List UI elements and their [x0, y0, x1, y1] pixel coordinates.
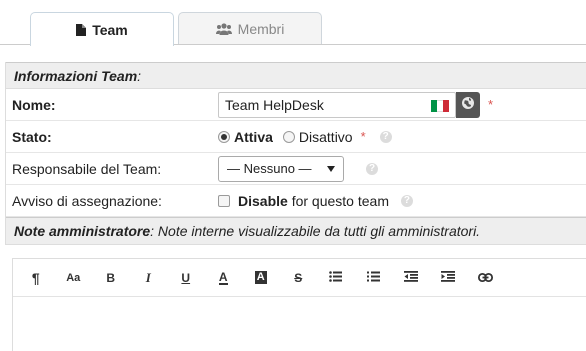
- notes-editor-content[interactable]: [13, 297, 586, 351]
- team-lead-select[interactable]: — Nessuno —: [218, 155, 344, 182]
- italian-flag-icon[interactable]: [431, 99, 449, 112]
- indent-button[interactable]: [430, 266, 468, 290]
- italic-icon: I: [145, 269, 151, 285]
- background-color-icon: A: [254, 271, 267, 284]
- unordered-list-icon: [329, 270, 343, 285]
- underline-button[interactable]: U: [167, 266, 205, 290]
- file-icon: [76, 23, 87, 36]
- tab-bar: Team Membri: [0, 0, 586, 46]
- status-field-group: Attiva Disattivo * ?: [218, 129, 392, 145]
- chevron-down-icon: [327, 165, 335, 172]
- section-info-title: Informazioni Team: [14, 67, 138, 84]
- team-lead-value: — Nessuno —: [227, 161, 312, 176]
- strikethrough-button[interactable]: S: [280, 266, 318, 290]
- indent-icon: [441, 270, 456, 285]
- disable-alert-strong[interactable]: Disable: [238, 193, 288, 209]
- alert-help-icon[interactable]: ?: [400, 194, 413, 207]
- outdent-button[interactable]: [392, 266, 430, 290]
- tab-team-label: Team: [92, 21, 128, 38]
- globe-button[interactable]: [456, 91, 480, 118]
- bold-icon: B: [106, 270, 116, 285]
- section-info-suffix: :: [137, 67, 142, 84]
- users-icon: [215, 22, 232, 35]
- background-color-button[interactable]: A: [242, 266, 280, 290]
- status-required-mark: *: [360, 129, 366, 144]
- lead-help-icon[interactable]: ?: [366, 162, 378, 175]
- alert-field-group: Disable for questo team ?: [218, 193, 413, 209]
- row-lead: Responsabile del Team: — Nessuno — ?: [6, 153, 586, 185]
- notes-editor: ¶ Aa B I U A A S: [12, 258, 586, 351]
- text-color-button[interactable]: A: [205, 266, 243, 290]
- text-color-icon: A: [218, 269, 228, 285]
- ordered-list-icon: [366, 271, 380, 285]
- ordered-list-button[interactable]: [355, 266, 393, 290]
- disable-alert-checkbox[interactable]: [218, 194, 230, 207]
- status-label: Stato:: [12, 128, 52, 145]
- font-size-button[interactable]: Aa: [55, 266, 93, 290]
- link-icon: [478, 271, 494, 285]
- row-alert: Avviso di assegnazione: Disable for ques…: [6, 185, 586, 217]
- name-label: Nome:: [12, 96, 56, 113]
- link-button[interactable]: [467, 266, 505, 290]
- team-name-input[interactable]: Team HelpDesk: [218, 91, 456, 118]
- radio-selected-dot: [221, 133, 227, 140]
- globe-icon: [461, 96, 475, 113]
- status-inactive-radio[interactable]: [282, 130, 295, 143]
- row-name: Nome: Team HelpDesk *: [6, 89, 586, 121]
- tab-membri-label: Membri: [237, 20, 285, 37]
- lead-field-group: — Nessuno — ?: [218, 155, 378, 182]
- section-notes-title: Note amministratore: [14, 223, 151, 239]
- status-inactive-label[interactable]: Disattivo: [299, 129, 353, 145]
- disable-alert-text[interactable]: for questo team: [288, 193, 389, 209]
- lead-label: Responsabile del Team:: [12, 160, 162, 177]
- outdent-icon: [403, 270, 418, 285]
- underline-icon: U: [181, 270, 191, 285]
- alert-label: Avviso di assegnazione:: [12, 192, 162, 209]
- strikethrough-icon: S: [294, 270, 303, 285]
- italic-button[interactable]: I: [130, 266, 168, 290]
- status-active-radio[interactable]: [218, 130, 230, 143]
- section-notes-subtitle: : Note interne visualizzabile da tutti g…: [150, 223, 481, 239]
- tab-team[interactable]: Team: [30, 12, 174, 46]
- row-status: Stato: Attiva Disattivo * ?: [6, 121, 586, 153]
- paragraph-format-icon: ¶: [31, 269, 40, 286]
- bold-button[interactable]: B: [92, 266, 130, 290]
- editor-toolbar: ¶ Aa B I U A A S: [13, 259, 586, 297]
- font-size-icon: Aa: [66, 271, 81, 284]
- status-active-label[interactable]: Attiva: [234, 129, 273, 145]
- name-field-group: Team HelpDesk *: [218, 91, 494, 118]
- section-info-header: Informazioni Team:: [6, 62, 586, 89]
- tab-membri[interactable]: Membri: [178, 12, 322, 44]
- section-notes-header: Note amministratore: Note interne visual…: [6, 217, 586, 245]
- name-required-mark: *: [488, 97, 494, 112]
- team-form: Informazioni Team: Nome: Team HelpDesk *…: [5, 62, 586, 245]
- paragraph-format-button[interactable]: ¶: [17, 266, 55, 290]
- team-name-value: Team HelpDesk: [225, 96, 324, 113]
- status-help-icon[interactable]: ?: [379, 130, 392, 143]
- unordered-list-button[interactable]: [317, 266, 355, 290]
